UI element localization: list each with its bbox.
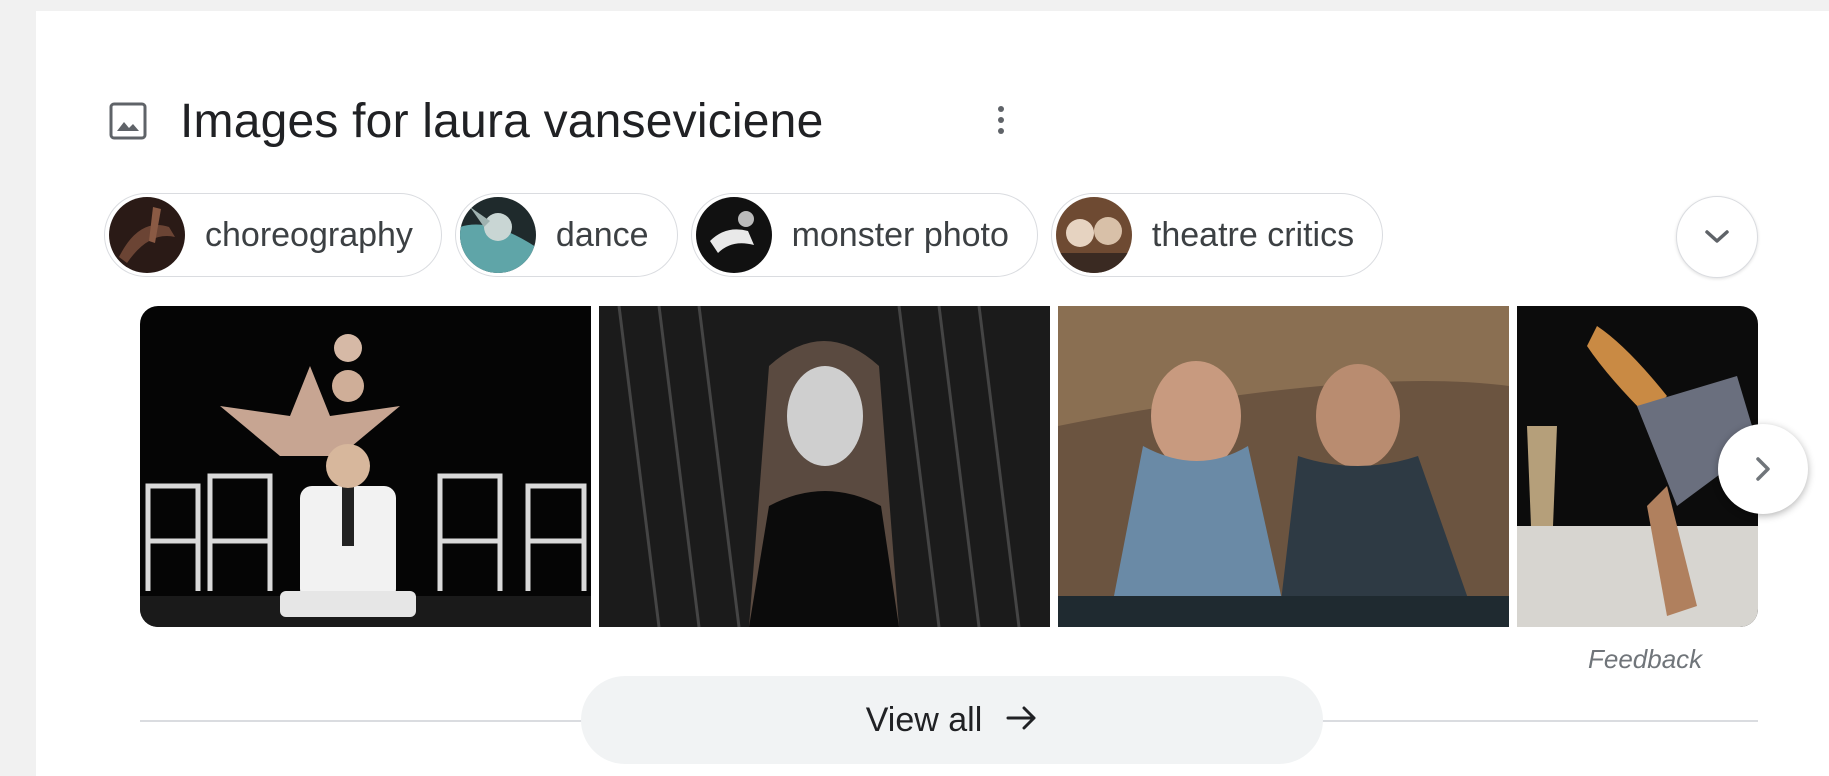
image-result[interactable] [599,306,1050,627]
refinement-chips: choreography dance monster photo theatre… [104,193,1384,279]
chip-thumb-monster-photo [695,197,772,273]
chip-thumb-dance [459,197,536,273]
chip-thumb-choreography [109,197,185,273]
chip-monster-photo[interactable]: monster photo [690,193,1038,277]
feedback-link[interactable]: Feedback [1588,644,1702,675]
view-all-button[interactable]: View all [581,676,1323,764]
chevron-right-icon[interactable] [1718,424,1808,514]
chip-choreography[interactable]: choreography [104,193,442,277]
image-icon [108,101,148,141]
chip-label: monster photo [791,215,1009,254]
image-result[interactable] [140,306,591,627]
chip-thumb-theatre-critics [1055,197,1132,273]
arrow-right-icon [1006,704,1038,737]
image-carousel [140,306,1758,627]
chevron-down-icon[interactable] [1676,196,1758,278]
images-header: Images for laura vanseviciene [108,83,823,159]
more-vert-icon[interactable] [986,97,1016,143]
chip-label: dance [555,215,649,254]
chip-dance[interactable]: dance [454,193,678,277]
chip-label: theatre critics [1151,215,1355,254]
section-title: Images for laura vanseviciene [180,94,824,148]
chip-label: choreography [205,215,413,254]
chip-theatre-critics[interactable]: theatre critics [1050,193,1384,277]
image-result[interactable] [1058,306,1509,627]
view-all-label: View all [865,700,983,739]
